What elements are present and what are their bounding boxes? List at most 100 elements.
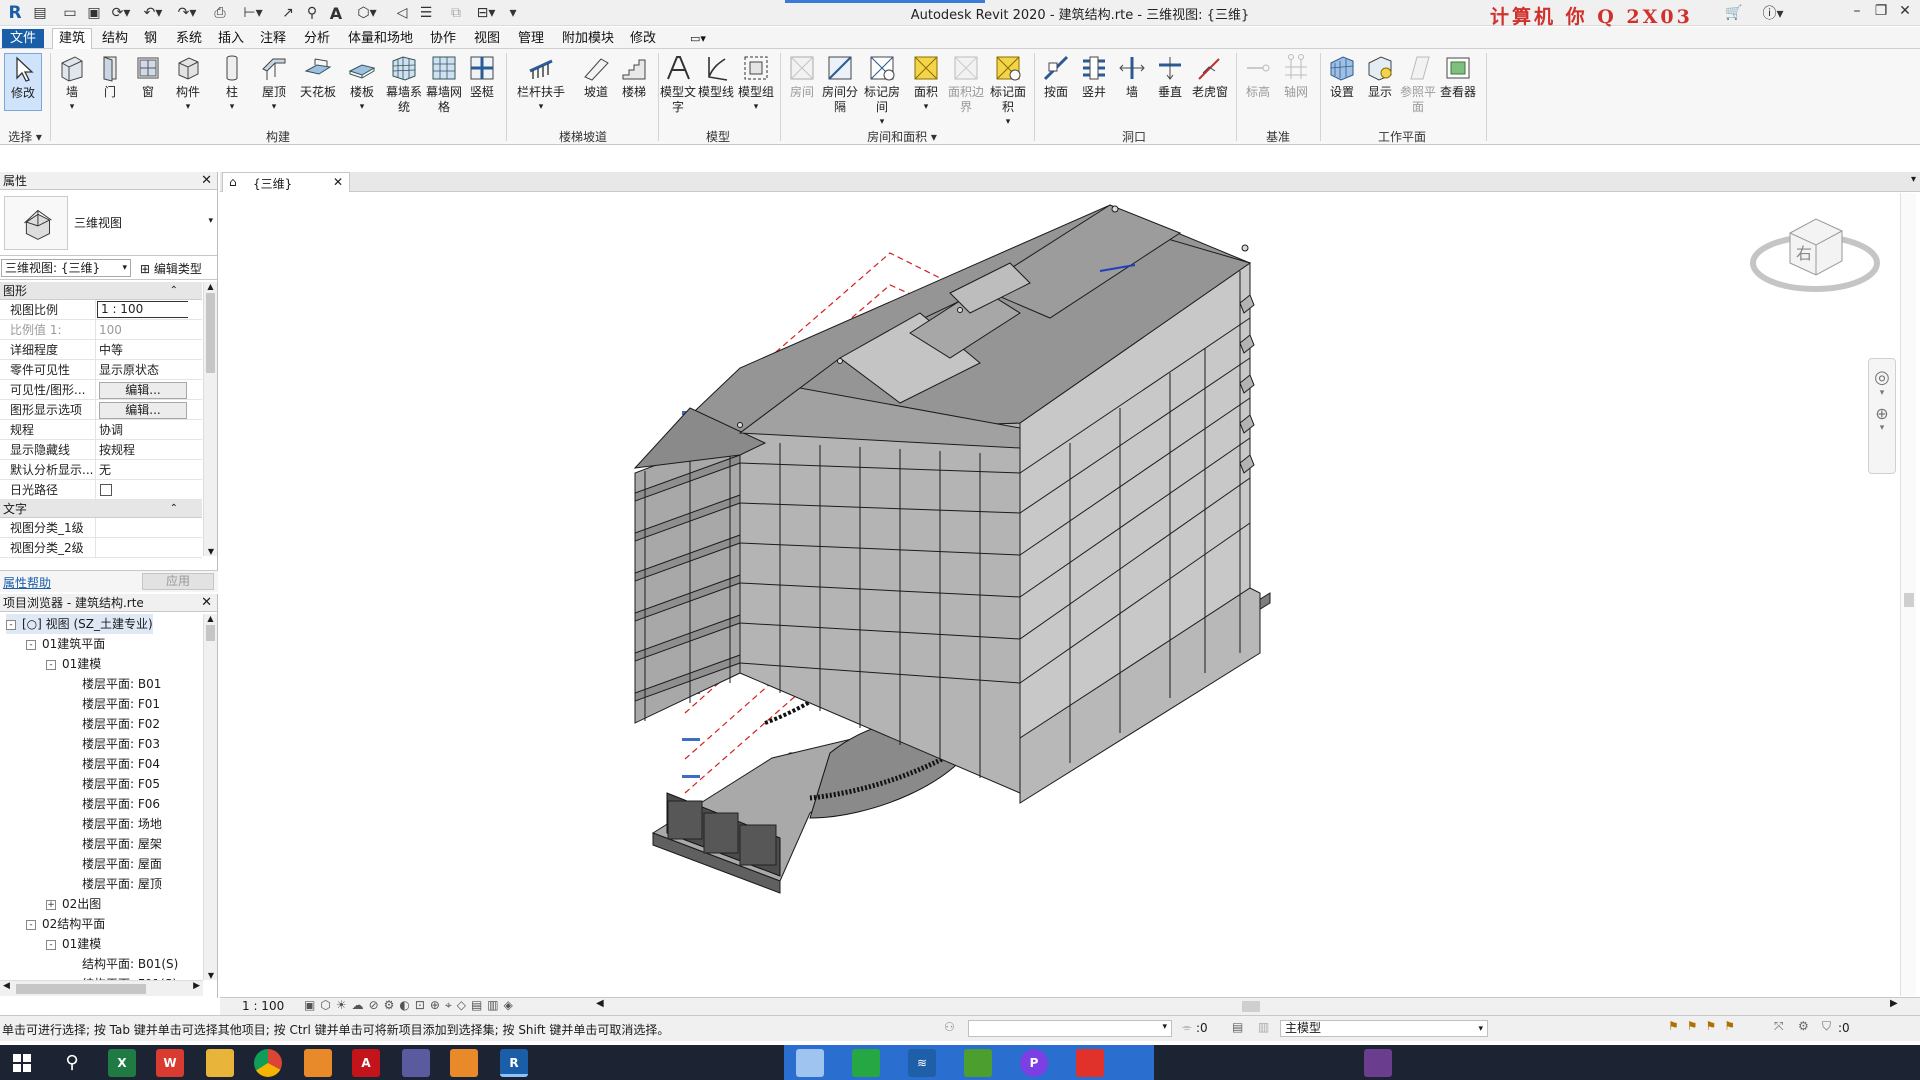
group-text[interactable]: 文字 ⌃ bbox=[0, 500, 202, 518]
scroll-right-icon[interactable]: ▶ bbox=[193, 981, 200, 991]
area-boundary-button[interactable]: 面积边界 bbox=[946, 53, 986, 115]
close-button[interactable]: ✕ bbox=[1894, 3, 1916, 23]
zoom-icon[interactable]: ⊕ bbox=[1869, 404, 1895, 423]
customize-qat-icon[interactable]: ▾ bbox=[506, 3, 520, 23]
tag-room-button[interactable]: 标记房间 ▾ bbox=[862, 53, 902, 130]
tab-steel[interactable]: 钢 bbox=[138, 29, 163, 48]
tree-folder[interactable]: -01建模 bbox=[46, 654, 101, 674]
tree-folder[interactable]: -01建筑平面 bbox=[26, 634, 105, 654]
help-icon[interactable]: ⓘ▾ bbox=[1756, 3, 1790, 23]
collapse-icon[interactable]: - bbox=[26, 919, 36, 930]
close-icon[interactable]: ✕ bbox=[201, 594, 212, 612]
tab-architecture[interactable]: 建筑 bbox=[52, 28, 93, 49]
worksets-icon[interactable]: ⚇ bbox=[944, 1020, 955, 1034]
print-icon[interactable]: ⎙ bbox=[210, 3, 230, 23]
gear-icon[interactable]: ⚙ bbox=[1798, 1019, 1809, 1033]
workset-dropdown[interactable]: ▾ bbox=[968, 1020, 1172, 1037]
tab-modify[interactable]: 修改 bbox=[624, 29, 662, 48]
revit-taskbar-icon[interactable]: R bbox=[500, 1049, 528, 1077]
prop-row-detail[interactable]: 详细程度 中等 bbox=[0, 340, 202, 360]
collapse-icon[interactable]: ⌃ bbox=[170, 282, 178, 300]
app-orange-icon-2[interactable] bbox=[450, 1049, 478, 1077]
revit-logo-icon[interactable]: R bbox=[4, 3, 26, 23]
scroll-up-icon[interactable]: ▲ bbox=[204, 614, 217, 623]
shaft-button[interactable]: 竖井 bbox=[1074, 53, 1114, 100]
app-orange-icon[interactable] bbox=[304, 1049, 332, 1077]
app-red-icon[interactable] bbox=[1076, 1049, 1104, 1077]
close-icon[interactable]: ✕ bbox=[333, 175, 343, 189]
wall-opening-button[interactable]: 墙 bbox=[1112, 53, 1152, 100]
edit-type-button[interactable]: ⊞ 编辑类型 bbox=[140, 260, 202, 277]
column-button[interactable]: 柱 ▾ bbox=[212, 53, 252, 115]
dormer-button[interactable]: 老虎窗 bbox=[1190, 53, 1230, 100]
viewer-button[interactable]: 查看器 bbox=[1436, 53, 1480, 100]
desktop-icon[interactable] bbox=[796, 1049, 824, 1077]
tab-structure[interactable]: 结构 bbox=[96, 29, 134, 48]
properties-scrollbar[interactable]: ▲ ▼ bbox=[203, 282, 217, 556]
excel-icon[interactable]: X bbox=[108, 1049, 136, 1077]
view-control-icons[interactable]: ▣⬡☀☁⊘⚙◐⊡⊕⌖◇▤▥◈ bbox=[304, 998, 518, 1013]
scroll-thumb[interactable] bbox=[206, 625, 215, 641]
by-face-button[interactable]: 按面 bbox=[1036, 53, 1076, 100]
design-options-icon-2[interactable]: ▥ bbox=[1258, 1020, 1269, 1034]
prop-row-parts[interactable]: 零件可见性 显示原状态 bbox=[0, 360, 202, 380]
chevron-down-icon[interactable]: ▾ bbox=[1869, 388, 1895, 398]
prop-row-discipline[interactable]: 规程 协调 bbox=[0, 420, 202, 440]
scroll-thumb[interactable] bbox=[16, 984, 146, 994]
redo-icon[interactable]: ↷▾ bbox=[174, 3, 200, 23]
vertical-opening-button[interactable]: 垂直 bbox=[1150, 53, 1190, 100]
chevron-down-icon[interactable]: ▾ bbox=[208, 216, 213, 226]
collapse-icon[interactable]: - bbox=[46, 659, 56, 670]
browser-scrollbar[interactable]: ▲ ▼ bbox=[203, 614, 217, 980]
room-panel-label[interactable]: 房间和面积 ▾ bbox=[782, 128, 1022, 144]
scroll-left-icon[interactable]: ◀ bbox=[596, 998, 604, 1009]
collapse-icon[interactable]: - bbox=[46, 939, 56, 950]
type-selector[interactable]: 三维视图 ▾ bbox=[0, 190, 217, 256]
drag-select-icon[interactable]: ⤧ bbox=[1774, 1019, 1784, 1034]
file-explorer-icon[interactable] bbox=[206, 1049, 234, 1077]
tab-manage[interactable]: 管理 bbox=[512, 29, 550, 48]
roof-button[interactable]: 屋顶 ▾ bbox=[254, 53, 294, 115]
tab-addins[interactable]: 附加模块 bbox=[556, 29, 620, 48]
tree-item[interactable]: 楼层平面: 场地 bbox=[66, 814, 162, 834]
wall-button[interactable]: 墙 ▾ bbox=[52, 53, 92, 115]
prop-row-class1[interactable]: 视图分类_1级 bbox=[0, 518, 202, 538]
set-workplane-button[interactable]: 设置 bbox=[1322, 53, 1362, 100]
tree-root-views[interactable]: - [○] 视图 (SZ_土建专业) bbox=[6, 614, 153, 634]
selection-filter-icons[interactable]: ⚑⚑⚑⚑ bbox=[1668, 1019, 1743, 1033]
view-selector[interactable]: 三维视图: {三维} ▾ bbox=[1, 259, 131, 277]
tab-collaborate[interactable]: 协作 bbox=[424, 29, 462, 48]
tab-insert[interactable]: 插入 bbox=[212, 29, 250, 48]
tab-file[interactable]: 文件 bbox=[2, 29, 44, 48]
tab-annotate[interactable]: 注释 bbox=[254, 29, 292, 48]
folder-icon[interactable]: ▭ bbox=[60, 3, 80, 23]
collapse-icon[interactable]: ⌃ bbox=[170, 500, 178, 518]
railing-button[interactable]: 栏杆扶手 ▾ bbox=[512, 53, 570, 115]
sync-icon[interactable]: ⟳▾ bbox=[108, 3, 134, 23]
canvas-hscroll-thumb[interactable] bbox=[1242, 1001, 1260, 1012]
show-workplane-button[interactable]: 显示 bbox=[1360, 53, 1400, 100]
prop-row-analysis[interactable]: 默认分析显示... 无 bbox=[0, 460, 202, 480]
tab-3d-view[interactable]: ⌂ {三维} ✕ bbox=[222, 172, 350, 192]
prop-row-class2[interactable]: 视图分类_2级 bbox=[0, 538, 202, 558]
door-button[interactable]: 门 bbox=[90, 53, 130, 100]
steering-wheel-icon[interactable]: ◎ bbox=[1869, 367, 1895, 388]
view-scale[interactable]: 1 : 100 bbox=[242, 999, 284, 1013]
scroll-up-icon[interactable]: ▲ bbox=[204, 282, 217, 291]
tree-folder[interactable]: -02结构平面 bbox=[26, 914, 105, 934]
tree-item[interactable]: 楼层平面: F04 bbox=[66, 754, 160, 774]
tab-menu-icon[interactable]: ▾ bbox=[1911, 174, 1916, 185]
cart-icon[interactable]: 🛒 bbox=[1724, 3, 1744, 23]
wps-icon[interactable]: W bbox=[156, 1049, 184, 1077]
winrar-icon[interactable] bbox=[1364, 1049, 1392, 1077]
3d-view-icon[interactable]: ⬡▾ bbox=[354, 3, 380, 23]
ceiling-button[interactable]: 天花板 bbox=[298, 53, 338, 100]
curtain-grid-button[interactable]: 幕墙网格 bbox=[424, 53, 464, 115]
restore-button[interactable]: ❐ bbox=[1870, 3, 1892, 23]
browser-hscrollbar[interactable]: ◀ ▶ bbox=[0, 980, 203, 996]
measure-icon[interactable]: ⊢▾ bbox=[240, 3, 266, 23]
design-options-icon[interactable]: ▤ bbox=[1232, 1020, 1243, 1034]
room-separator-button[interactable]: 房间分隔 bbox=[820, 53, 860, 115]
curtain-system-button[interactable]: 幕墙系统 bbox=[384, 53, 424, 115]
windows-start-icon[interactable] bbox=[12, 1053, 32, 1073]
